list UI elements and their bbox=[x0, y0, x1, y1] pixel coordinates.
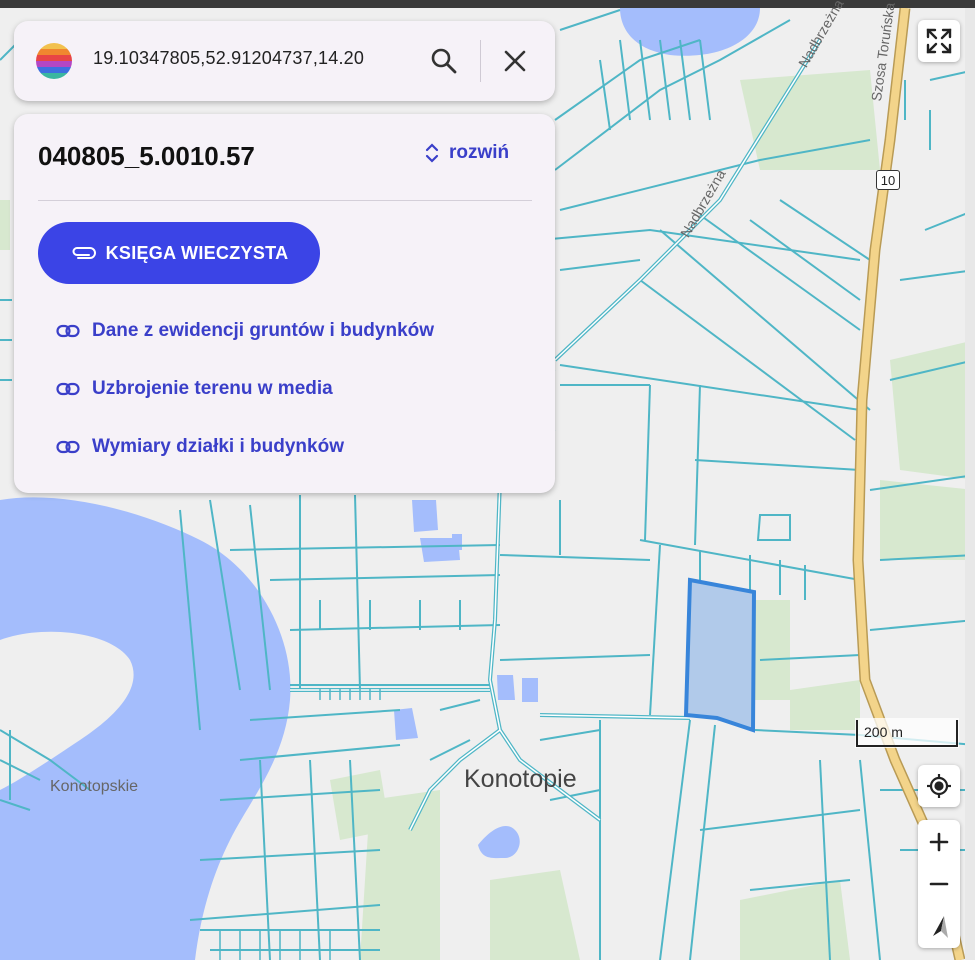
paperclip-icon bbox=[72, 247, 96, 259]
link-dimensions[interactable]: Wymiary działki i budynków bbox=[56, 436, 344, 458]
zoom-in-icon bbox=[929, 832, 949, 852]
compass-icon bbox=[933, 916, 948, 938]
zoom-in-button[interactable] bbox=[918, 821, 960, 863]
search-button[interactable] bbox=[424, 41, 464, 81]
selected-parcel[interactable] bbox=[683, 577, 757, 733]
search-icon bbox=[431, 48, 457, 74]
search-input[interactable]: 19.10347805,52.91204737,14.20 bbox=[93, 48, 364, 69]
unfold-icon bbox=[425, 143, 439, 163]
link-label: Dane z ewidencji gruntów i budynków bbox=[92, 320, 435, 341]
place-label-konotopskie: Konotopskie bbox=[50, 778, 139, 795]
land-register-button[interactable]: KSIĘGA WIECZYSTA bbox=[38, 222, 320, 284]
zoom-out-icon bbox=[929, 882, 949, 886]
link-label: Wymiary działki i budynków bbox=[92, 436, 344, 457]
parcel-id: 040805_5.0010.57 bbox=[38, 141, 255, 171]
scale-label: 200 m bbox=[864, 724, 903, 740]
link-icon bbox=[56, 324, 80, 338]
scale-bar: 200 m bbox=[855, 718, 959, 748]
panel-divider bbox=[38, 200, 532, 201]
fullscreen-icon bbox=[926, 28, 952, 54]
zoom-out-button[interactable] bbox=[918, 863, 960, 905]
close-search-button[interactable] bbox=[495, 41, 535, 81]
close-icon bbox=[504, 50, 526, 72]
road-number-shield: 10 bbox=[876, 170, 900, 190]
link-icon bbox=[56, 440, 80, 454]
compass-button[interactable] bbox=[918, 906, 960, 948]
search-divider bbox=[480, 40, 481, 82]
rainbow-logo-icon bbox=[36, 43, 72, 79]
land-register-label: KSIĘGA WIECZYSTA bbox=[105, 242, 289, 263]
zoom-controls bbox=[918, 820, 960, 948]
link-label: Uzbrojenie terenu w media bbox=[92, 378, 333, 399]
locate-button[interactable] bbox=[918, 765, 960, 807]
place-label-konotopie: Konotopie bbox=[464, 765, 577, 793]
link-utilities[interactable]: Uzbrojenie terenu w media bbox=[56, 378, 333, 400]
link-icon bbox=[56, 382, 80, 396]
fullscreen-button[interactable] bbox=[918, 20, 960, 62]
link-land-records[interactable]: Dane z ewidencji gruntów i budynków bbox=[56, 320, 434, 342]
expand-button[interactable]: rozwiń bbox=[425, 142, 509, 164]
expand-label: rozwiń bbox=[449, 142, 510, 163]
locate-icon bbox=[927, 774, 951, 798]
